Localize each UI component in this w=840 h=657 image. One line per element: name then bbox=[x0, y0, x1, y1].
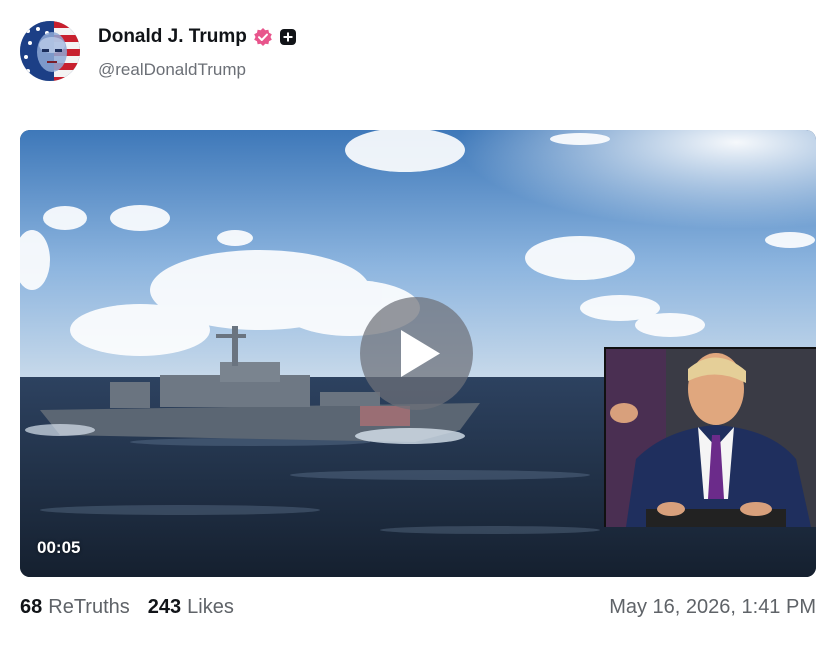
user-handle[interactable]: @realDonaldTrump bbox=[98, 60, 246, 80]
likes-stat[interactable]: 243 Likes bbox=[148, 596, 234, 619]
verified-badge-icon bbox=[254, 28, 272, 46]
post-header: Donald J. Trump @realDonaldTrump bbox=[20, 20, 820, 82]
play-icon bbox=[401, 330, 440, 377]
video-duration: 00:05 bbox=[37, 538, 81, 557]
likes-count: 243 bbox=[147, 595, 182, 618]
play-button[interactable] bbox=[360, 297, 473, 410]
likes-label: Likes bbox=[187, 595, 234, 618]
avatar[interactable] bbox=[20, 21, 80, 81]
post-footer: 68 ReTruths 243 Likes May 16, 2026, 1:41… bbox=[20, 592, 816, 622]
picture-in-picture-inset bbox=[604, 347, 816, 527]
retruths-stat[interactable]: 68 ReTruths bbox=[20, 596, 130, 619]
retruths-label: ReTruths bbox=[48, 595, 130, 618]
display-name[interactable]: Donald J. Trump bbox=[98, 26, 247, 48]
name-row: Donald J. Trump bbox=[98, 26, 297, 48]
post-timestamp[interactable]: May 16, 2026, 1:41 PM bbox=[609, 596, 816, 619]
retruths-count: 68 bbox=[20, 595, 43, 618]
video-player[interactable]: 00:05 bbox=[20, 130, 816, 577]
plus-badge-icon bbox=[279, 29, 296, 45]
